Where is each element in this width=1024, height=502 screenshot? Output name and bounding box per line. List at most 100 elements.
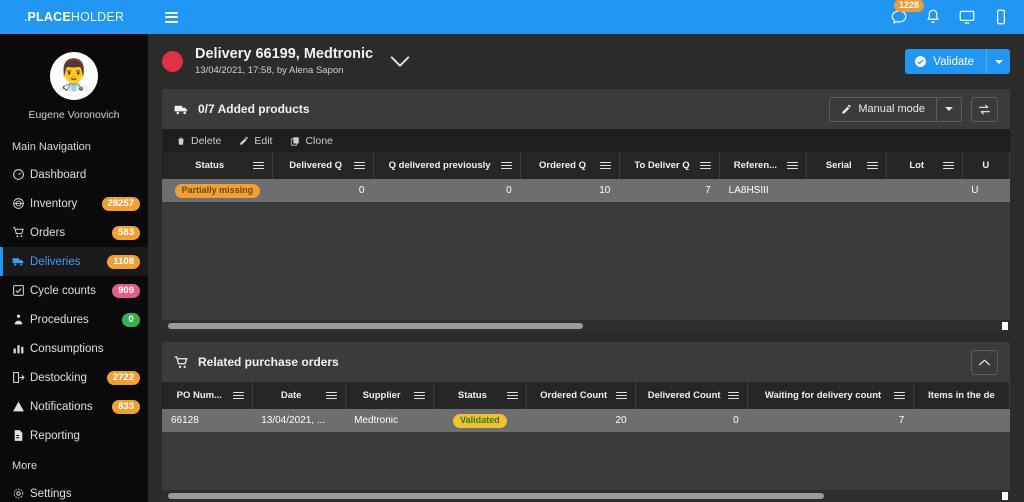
orders-table-head: PO Num...DateSupplierStatusOrdered Count…: [162, 382, 1010, 409]
scrollbar-thumb[interactable]: [168, 323, 583, 329]
column-header[interactable]: Referen...: [720, 152, 806, 179]
column-header[interactable]: Status: [433, 382, 527, 409]
column-header[interactable]: Date: [252, 382, 345, 409]
monitor-icon[interactable]: [958, 8, 976, 26]
column-menu-icon[interactable]: [728, 392, 739, 400]
main-content: Delivery 66199, Medtronic 13/04/2021, 17…: [148, 34, 1024, 502]
sidebar-item-label: Destocking: [30, 372, 107, 384]
empty-cell: [162, 248, 273, 271]
column-header[interactable]: Delivered Q: [273, 152, 374, 179]
column-menu-icon[interactable]: [507, 392, 518, 400]
sidebar-item-label: Dashboard: [30, 169, 140, 181]
column-menu-icon[interactable]: [700, 162, 711, 170]
empty-cell: [162, 225, 273, 248]
column-header[interactable]: Supplier: [345, 382, 433, 409]
products-grid-viewport: StatusDelivered QQ delivered previouslyO…: [162, 152, 1010, 320]
column-menu-icon[interactable]: [253, 162, 264, 170]
products-grid: StatusDelivered QQ delivered previouslyO…: [162, 152, 1010, 332]
swap-mode-button[interactable]: [971, 97, 998, 122]
empty-cell: [521, 225, 620, 248]
column-menu-icon[interactable]: [354, 162, 365, 170]
sidebar-item-notifications[interactable]: Notifications 833: [0, 392, 148, 421]
column-menu-icon[interactable]: [943, 162, 954, 170]
sidebar-item-settings[interactable]: Settings: [0, 479, 148, 502]
sidebar-item-label: Deliveries: [30, 256, 107, 268]
column-header[interactable]: Ordered Q: [521, 152, 620, 179]
empty-cell: [162, 432, 252, 455]
validate-dropdown-button[interactable]: [986, 49, 1010, 74]
column-menu-icon[interactable]: [414, 392, 425, 400]
products-table-head: StatusDelivered QQ delivered previouslyO…: [162, 152, 1010, 179]
empty-cell: [527, 432, 636, 455]
truck-icon: [174, 102, 192, 117]
empty-cell: [273, 248, 374, 271]
column-header[interactable]: Items in the de: [913, 382, 1009, 409]
manual-mode-button[interactable]: Manual mode: [829, 97, 937, 122]
empty-row: [162, 294, 1010, 317]
column-menu-icon[interactable]: [787, 162, 798, 170]
empty-cell: [913, 455, 1009, 478]
column-header[interactable]: U: [962, 152, 1009, 179]
column-menu-icon[interactable]: [616, 392, 627, 400]
sidebar-item-destocking[interactable]: Destocking 2722: [0, 363, 148, 392]
column-menu-icon[interactable]: [600, 162, 611, 170]
mobile-icon[interactable]: [992, 8, 1010, 26]
column-header[interactable]: PO Num...: [162, 382, 252, 409]
sidebar-item-orders[interactable]: Orders 583: [0, 218, 148, 247]
column-header[interactable]: Status: [162, 152, 273, 179]
table-row[interactable]: 6612813/04/2021, ...MedtronicValidated20…: [162, 409, 1010, 432]
delete-action[interactable]: Delete: [176, 135, 221, 147]
column-header[interactable]: Delivered Count: [636, 382, 748, 409]
sidebar-item-cycle-counts[interactable]: Cycle counts 909: [0, 276, 148, 305]
sidebar-badge: 2722: [107, 371, 140, 385]
clone-action[interactable]: Clone: [290, 135, 332, 147]
sidebar-item-deliveries[interactable]: Deliveries 1108: [0, 247, 148, 276]
sidebar-item-procedures[interactable]: Procedures 0: [0, 305, 148, 334]
orders-table-body: 6612813/04/2021, ...MedtronicValidated20…: [162, 409, 1010, 490]
validate-button[interactable]: Validate: [905, 49, 986, 74]
sidebar-item-reporting[interactable]: Reporting: [0, 421, 148, 450]
page-subtitle: 13/04/2021, 17:58, by Alena Sapon: [195, 65, 373, 77]
empty-cell: [886, 294, 962, 317]
scrollbar-thumb[interactable]: [168, 493, 824, 499]
collapse-panel-button[interactable]: [971, 350, 998, 375]
empty-cell: [720, 294, 806, 317]
manual-mode-dropdown-button[interactable]: [937, 97, 962, 122]
empty-cell: [373, 202, 520, 225]
table-cell: Validated: [433, 409, 527, 432]
column-header[interactable]: Ordered Count: [527, 382, 636, 409]
sidebar-item-inventory[interactable]: Inventory 28257: [0, 189, 148, 218]
products-panel-header: 0/7 Added products Manual mode: [162, 89, 1010, 129]
column-menu-icon[interactable]: [233, 392, 244, 400]
column-header-label: Delivered Count: [644, 390, 724, 401]
hamburger-icon[interactable]: [154, 0, 188, 34]
column-header-label: Referen...: [728, 160, 782, 171]
added-products-panel: 0/7 Added products Manual mode: [162, 89, 1010, 332]
column-header[interactable]: Serial: [806, 152, 886, 179]
table-cell: [806, 179, 886, 202]
bell-icon[interactable]: [924, 8, 942, 26]
empty-cell: [962, 271, 1009, 294]
column-menu-icon[interactable]: [326, 392, 337, 400]
table-row[interactable]: Partially missing00107LA8HSIIIU: [162, 179, 1010, 202]
column-menu-icon[interactable]: [894, 392, 905, 400]
orders-horizontal-scrollbar[interactable]: [162, 490, 1010, 502]
user-profile[interactable]: 👨‍⚕️ Eugene Voronovich: [0, 46, 148, 131]
sidebar-item-consumptions[interactable]: Consumptions: [0, 334, 148, 363]
top-bar: .PLACEHOLDER 1228: [0, 0, 1024, 34]
products-horizontal-scrollbar[interactable]: [162, 320, 1010, 332]
column-header[interactable]: Lot: [886, 152, 962, 179]
table-cell: Medtronic: [345, 409, 433, 432]
column-header[interactable]: Q delivered previously: [373, 152, 520, 179]
table-cell: 10: [521, 179, 620, 202]
column-header[interactable]: Waiting for delivery count: [748, 382, 914, 409]
column-menu-icon[interactable]: [867, 162, 878, 170]
app-logo[interactable]: .PLACEHOLDER: [0, 10, 148, 24]
edit-action[interactable]: Edit: [239, 135, 272, 147]
chat-icon[interactable]: 1228: [890, 8, 908, 26]
chevron-down-icon[interactable]: [387, 49, 413, 75]
related-purchase-orders-panel: Related purchase orders PO Num...DateSup…: [162, 342, 1010, 502]
column-menu-icon[interactable]: [501, 162, 512, 170]
column-header[interactable]: To Deliver Q: [619, 152, 719, 179]
sidebar-item-dashboard[interactable]: Dashboard: [0, 160, 148, 189]
